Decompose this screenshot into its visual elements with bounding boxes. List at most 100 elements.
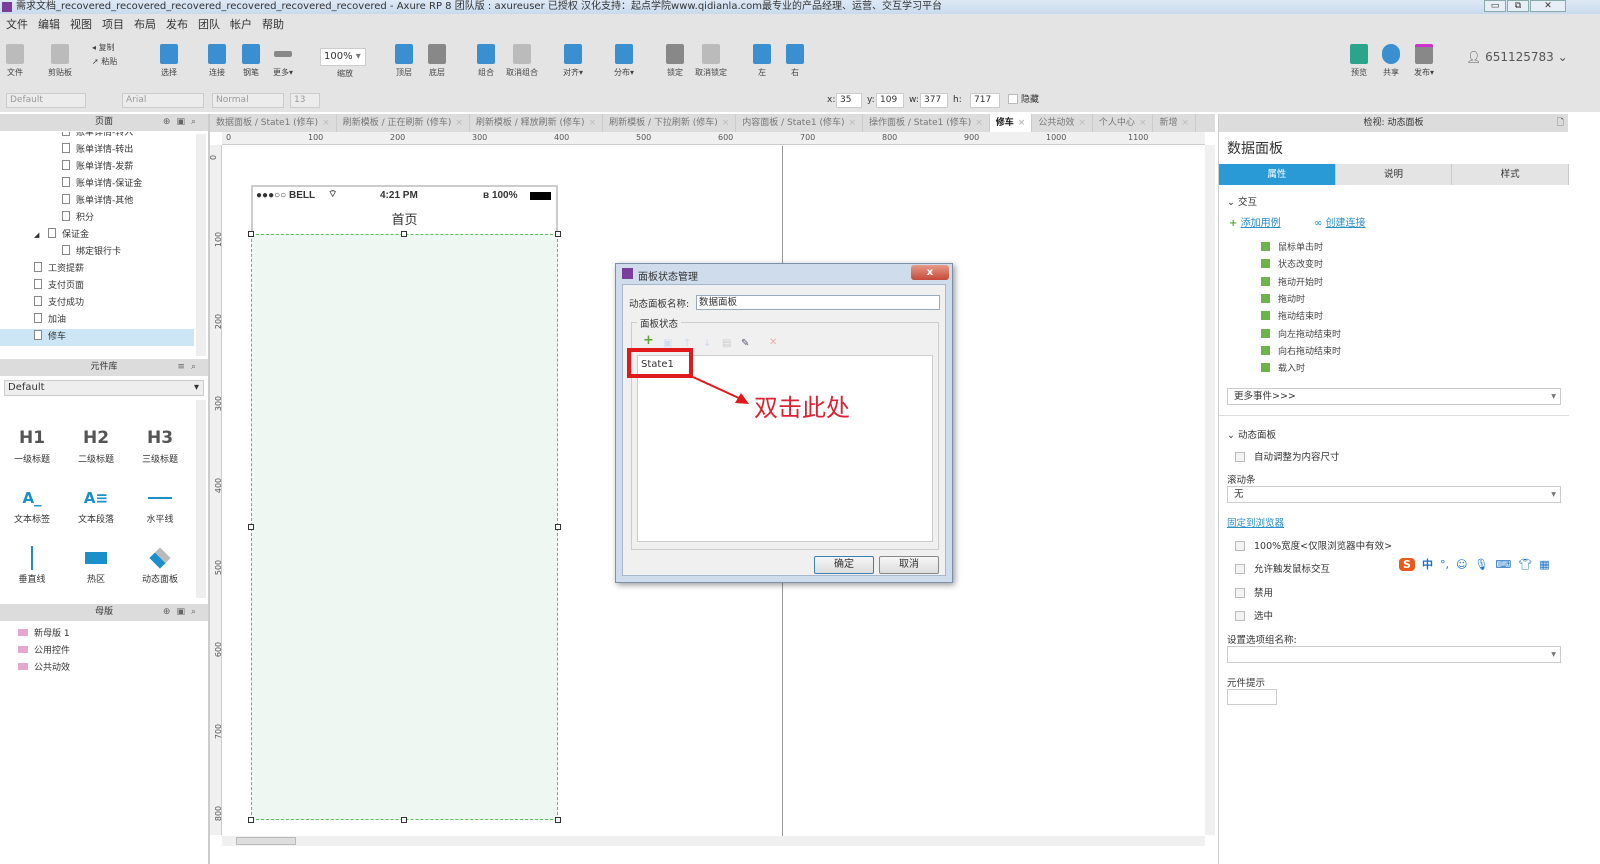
weight-select[interactable]: Normal: [212, 93, 284, 108]
ungroup-button[interactable]: 取消组合: [506, 44, 538, 78]
page-item[interactable]: 绑定银行卡: [0, 244, 194, 261]
close-tab-icon[interactable]: ×: [322, 118, 330, 128]
master-item[interactable]: 新母版 1: [18, 626, 70, 639]
create-link-link[interactable]: ∞ 创建连接: [1314, 214, 1366, 229]
library-select[interactable]: Default ▾: [4, 380, 204, 396]
document-tab[interactable]: 刷新模板 / 释放刷新 (修车) ×: [470, 114, 604, 132]
ime-toolbar[interactable]: S 中 °, ☺ 🎙︎ ⌨ 👕︎ ▦: [1399, 554, 1569, 574]
event-item[interactable]: 向左拖动结束时: [1261, 327, 1341, 340]
event-item[interactable]: 状态改变时: [1261, 257, 1323, 270]
add-case-link[interactable]: + 添加用例: [1229, 214, 1281, 229]
canvas-vscrollbar[interactable]: [1205, 145, 1215, 835]
resize-handle[interactable]: [248, 231, 254, 237]
inspector-tab[interactable]: 属性: [1219, 164, 1336, 185]
send-bottom-button[interactable]: 底层: [428, 44, 446, 78]
interaction-section-toggle[interactable]: ⌄ 交互: [1227, 194, 1257, 208]
dialog-close-button[interactable]: x: [911, 265, 949, 280]
h-input[interactable]: 717: [970, 93, 1000, 108]
document-tab[interactable]: 刷新模板 / 正在刷新 (修车) ×: [337, 114, 470, 132]
page-item[interactable]: 加油: [0, 312, 194, 329]
close-tab-icon[interactable]: ×: [1018, 118, 1026, 128]
select-button[interactable]: 选择: [160, 44, 178, 78]
document-tab[interactable]: 修车 ×: [989, 114, 1033, 132]
pages-tools[interactable]: ⊕▣⌕: [163, 114, 202, 131]
lock-button[interactable]: 锁定: [666, 44, 684, 78]
document-tab[interactable]: 刷新模板 / 下拉刷新 (修车) ×: [603, 114, 737, 132]
clipboard-button[interactable]: 剪贴板: [48, 44, 72, 78]
page-item[interactable]: 支付页面: [0, 278, 194, 295]
dynamic-panel[interactable]: [251, 234, 558, 820]
disabled-checkbox[interactable]: 禁用: [1235, 585, 1273, 599]
pages-scrollbar[interactable]: [196, 134, 206, 356]
library-widget[interactable]: A_ 文本标签: [0, 484, 64, 525]
master-item[interactable]: 公用控件: [18, 643, 70, 656]
connect-button[interactable]: 连接: [208, 44, 226, 78]
auto-fit-checkbox[interactable]: 自动调整为内容尺寸: [1235, 449, 1340, 463]
page-item[interactable]: ◢ 保证金: [0, 227, 194, 244]
event-item[interactable]: 拖动开始时: [1261, 275, 1323, 288]
menu-item[interactable]: 团队: [198, 14, 220, 36]
page-item[interactable]: 支付成功: [0, 295, 194, 312]
w-input[interactable]: 377: [920, 93, 948, 108]
master-item[interactable]: 公共动效: [18, 660, 70, 673]
resize-handle[interactable]: [555, 817, 561, 823]
menu-item[interactable]: 文件: [6, 14, 28, 36]
allow-mouse-checkbox[interactable]: 允许触发鼠标交互: [1235, 561, 1330, 575]
group-name-select[interactable]: [1227, 646, 1561, 663]
expand-icon[interactable]: ◢: [34, 227, 39, 244]
document-tab[interactable]: 新增 ×: [1153, 114, 1197, 132]
pen-button[interactable]: 钢笔: [242, 44, 260, 78]
add-state-icon[interactable]: +: [643, 334, 654, 347]
page-item[interactable]: 账单详情-其他: [0, 193, 194, 210]
document-tab[interactable]: 个人中心 ×: [1093, 114, 1154, 132]
y-input[interactable]: 109: [876, 93, 904, 108]
more-button[interactable]: 更多▾: [273, 44, 293, 78]
inspector-tab[interactable]: 说明: [1336, 164, 1453, 185]
notes-icon[interactable]: 🗋︎: [1557, 114, 1564, 132]
hidden-checkbox[interactable]: 隐藏: [1008, 93, 1039, 108]
library-widget[interactable]: A≡ 文本段落: [64, 484, 128, 525]
full-width-checkbox[interactable]: 100%宽度<仅限浏览器中有效>: [1235, 538, 1392, 552]
zoom-select[interactable]: 100% ▾: [320, 48, 366, 66]
style-select[interactable]: Default: [6, 93, 86, 108]
minimize-button[interactable]: ▭: [1484, 0, 1506, 12]
canvas-hscrollbar[interactable]: [222, 836, 1205, 846]
page-item[interactable]: 账单详情-发薪: [0, 159, 194, 176]
menu-item[interactable]: 布局: [134, 14, 156, 36]
page-item[interactable]: 账单详情-转入: [0, 132, 194, 142]
event-item[interactable]: 载入时: [1261, 361, 1305, 374]
left-button[interactable]: 左: [753, 44, 771, 78]
close-tab-icon[interactable]: ×: [589, 118, 597, 128]
x-input[interactable]: 35: [836, 93, 862, 108]
resize-handle[interactable]: [555, 524, 561, 530]
font-select[interactable]: Arial: [122, 93, 204, 108]
preview-button[interactable]: 预览: [1350, 44, 1368, 78]
close-tab-icon[interactable]: ×: [722, 118, 730, 128]
inspector-tab[interactable]: 样式: [1452, 164, 1570, 185]
more-events-select[interactable]: 更多事件>>>: [1227, 388, 1561, 405]
close-tab-icon[interactable]: ×: [975, 118, 983, 128]
resize-handle[interactable]: [555, 231, 561, 237]
close-button[interactable]: ✕: [1530, 0, 1566, 12]
distribute-button[interactable]: 分布▾: [614, 44, 634, 78]
selected-checkbox[interactable]: 选中: [1235, 608, 1273, 622]
page-item[interactable]: 账单详情-转出: [0, 142, 194, 159]
resize-handle[interactable]: [248, 524, 254, 530]
resize-handle[interactable]: [401, 231, 407, 237]
paste-button[interactable]: ➚ 粘贴: [92, 56, 117, 67]
resize-handle[interactable]: [248, 817, 254, 823]
move-down-icon[interactable]: ↓: [703, 338, 711, 349]
copy-button[interactable]: ◂ 复制: [92, 42, 115, 53]
library-scrollbar[interactable]: [196, 400, 206, 598]
menu-item[interactable]: 帮助: [262, 14, 284, 36]
file-button[interactable]: 文件: [6, 44, 24, 78]
library-widget[interactable]: 动态面板: [128, 544, 192, 585]
close-tab-icon[interactable]: ×: [1139, 118, 1147, 128]
page-item[interactable]: 工资提薪: [0, 261, 194, 278]
edit-all-icon[interactable]: ✎: [741, 338, 749, 349]
panel-name-input[interactable]: 数据面板: [696, 295, 940, 310]
event-item[interactable]: 拖动结束时: [1261, 309, 1323, 322]
tooltip-input[interactable]: [1227, 689, 1277, 705]
document-tab[interactable]: 操作面板 / State1 (修车) ×: [863, 114, 990, 132]
scrollbar-select[interactable]: 无: [1227, 486, 1561, 503]
